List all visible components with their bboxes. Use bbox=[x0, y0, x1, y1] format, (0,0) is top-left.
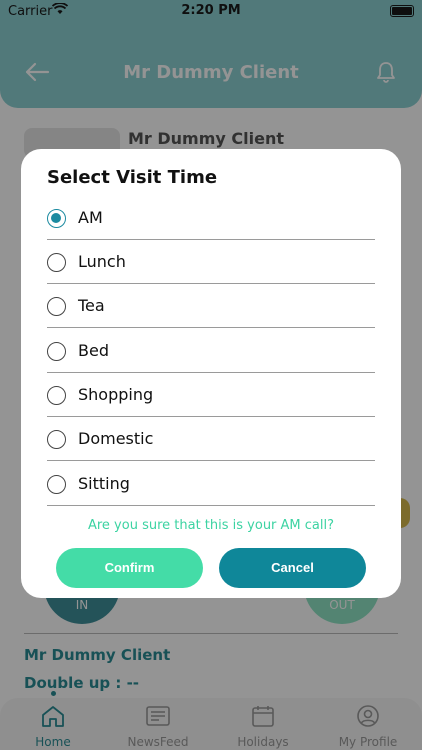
option-shopping[interactable]: Shopping bbox=[47, 373, 375, 417]
radio-button[interactable] bbox=[47, 430, 66, 449]
option-label: Bed bbox=[78, 341, 109, 360]
option-lunch[interactable]: Lunch bbox=[47, 240, 375, 284]
option-am[interactable]: AM bbox=[47, 196, 375, 240]
radio-button[interactable] bbox=[47, 475, 66, 494]
radio-button[interactable] bbox=[47, 342, 66, 361]
dialog-title: Select Visit Time bbox=[47, 167, 218, 188]
confirm-button[interactable]: Confirm bbox=[56, 548, 203, 588]
option-tea[interactable]: Tea bbox=[47, 284, 375, 328]
radio-button[interactable] bbox=[47, 297, 66, 316]
option-label: Shopping bbox=[78, 385, 154, 404]
option-label: Lunch bbox=[78, 252, 126, 271]
option-sitting[interactable]: Sitting bbox=[47, 462, 375, 506]
confirmation-question: Are you sure that this is your AM call? bbox=[87, 518, 335, 533]
visit-time-dialog: Select Visit Time AM Lunch Tea Bed Shopp… bbox=[21, 149, 401, 598]
option-bed[interactable]: Bed bbox=[47, 329, 375, 373]
option-label: AM bbox=[78, 208, 103, 227]
option-label: Domestic bbox=[78, 429, 154, 448]
option-label: Tea bbox=[78, 296, 105, 315]
cancel-button[interactable]: Cancel bbox=[219, 548, 366, 588]
radio-button[interactable] bbox=[47, 386, 66, 405]
radio-button[interactable] bbox=[47, 253, 66, 272]
option-label: Sitting bbox=[78, 474, 130, 493]
option-domestic[interactable]: Domestic bbox=[47, 417, 375, 461]
radio-button-checked[interactable] bbox=[47, 209, 66, 228]
